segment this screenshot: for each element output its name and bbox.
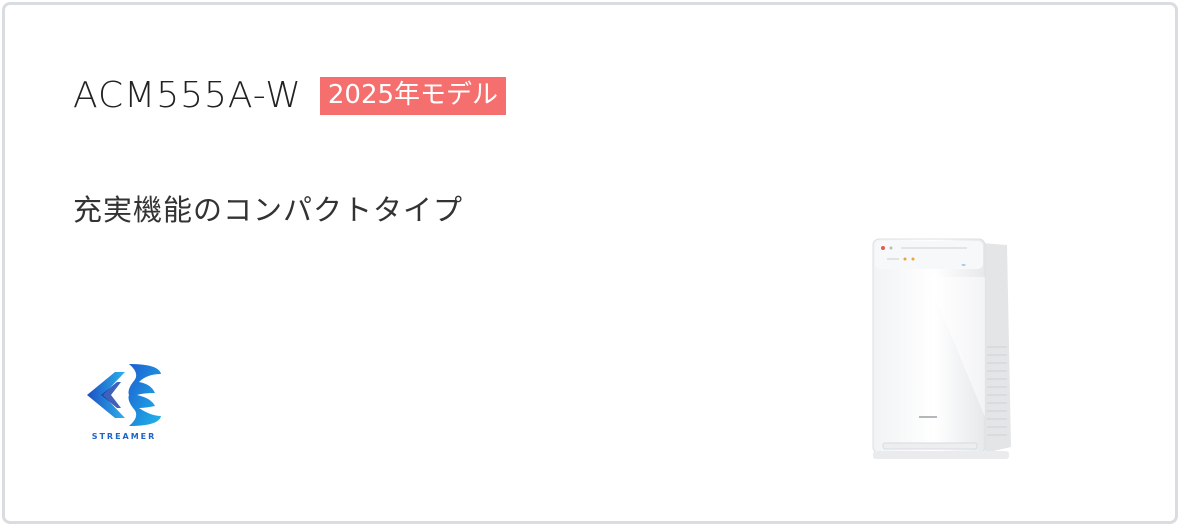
svg-text:≈: ≈: [961, 262, 966, 269]
air-purifier-image: ≈: [867, 237, 1015, 465]
model-number: ACM555A-W: [73, 75, 302, 116]
product-card[interactable]: ACM555A-W 2025年モデル 充実機能のコンパクトタイプ STREAME…: [2, 2, 1178, 524]
year-model-badge: 2025年モデル: [319, 76, 507, 115]
product-tagline: 充実機能のコンパクトタイプ: [73, 193, 464, 227]
streamer-logo-icon: STREAMER: [81, 360, 171, 450]
streamer-logo-graphic: [87, 364, 161, 426]
streamer-logo-text: STREAMER: [91, 432, 157, 441]
title-row: ACM555A-W 2025年モデル: [73, 75, 507, 116]
